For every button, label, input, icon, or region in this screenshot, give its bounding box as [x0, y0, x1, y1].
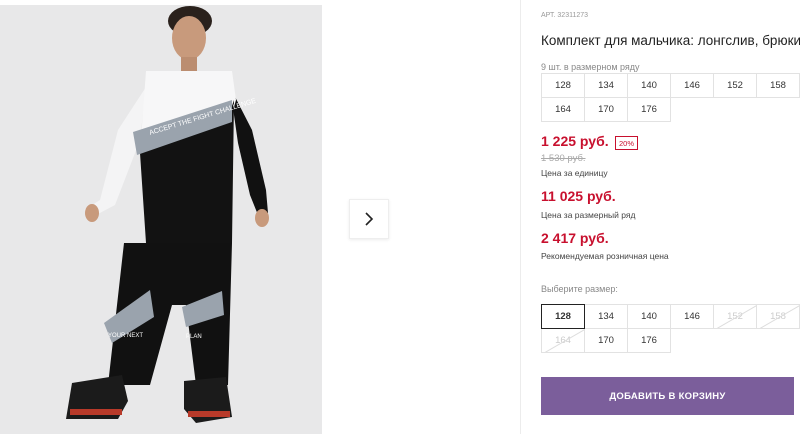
product-sku: АРТ. 32311273: [541, 12, 589, 19]
product-photo-illustration: ACCEPT THE FIGHT CHALLENGE YOUR NEXT PLA…: [0, 5, 322, 434]
product-title: Комплект для мальчика: лонгслив, брюки: [541, 33, 800, 48]
pack-price: 11 025 руб.: [541, 188, 616, 204]
next-photo-button[interactable]: [349, 199, 389, 239]
product-photo[interactable]: ACCEPT THE FIGHT CHALLENGE YOUR NEXT PLA…: [0, 5, 322, 434]
pants-print-left: YOUR NEXT: [108, 333, 143, 339]
size-option-176[interactable]: 176: [627, 328, 671, 353]
pack-size-cell: 170: [584, 97, 628, 122]
size-option-152: 152: [713, 304, 757, 329]
pack-size-cell: 146: [670, 73, 714, 98]
pack-size-cell: 128: [541, 73, 585, 98]
size-option-158: 158: [756, 304, 800, 329]
choose-size-label: Выберите размер:: [541, 284, 618, 294]
unit-price: 1 225 руб.: [541, 133, 609, 149]
size-option-140[interactable]: 140: [627, 304, 671, 329]
pack-size-cell: 140: [627, 73, 671, 98]
size-option-128[interactable]: 128: [541, 304, 585, 329]
add-to-cart-button[interactable]: ДОБАВИТЬ В КОРЗИНУ: [541, 377, 794, 415]
rrp-price-caption: Рекомендуемая розничная цена: [541, 251, 669, 261]
divider: [520, 0, 521, 434]
pack-size-grid: 128 134 140 146 152 158 164 170 176: [541, 73, 800, 122]
pack-size-cell: 152: [713, 73, 757, 98]
old-price: 1 530 руб.: [541, 153, 586, 164]
pack-price-caption: Цена за размерный ряд: [541, 210, 636, 220]
pack-note: 9 шт. в размерном ряду: [541, 62, 640, 72]
size-option-134[interactable]: 134: [584, 304, 628, 329]
chevron-right-icon: [365, 212, 374, 226]
pack-size-cell: 176: [627, 97, 671, 122]
product-gallery: ACCEPT THE FIGHT CHALLENGE YOUR NEXT PLA…: [0, 0, 520, 434]
pants-print-right: PLAN: [186, 334, 202, 340]
pack-size-cell: 158: [756, 73, 800, 98]
size-option-170[interactable]: 170: [584, 328, 628, 353]
unit-price-caption: Цена за единицу: [541, 168, 608, 178]
size-option-164: 164: [541, 328, 585, 353]
discount-badge: 20%: [615, 136, 638, 150]
rrp-price: 2 417 руб.: [541, 230, 609, 246]
size-selector: 128 134 140 146 152 158 164 170 176: [541, 304, 800, 353]
pack-size-cell: 164: [541, 97, 585, 122]
pack-size-cell: 134: [584, 73, 628, 98]
size-option-146[interactable]: 146: [670, 304, 714, 329]
